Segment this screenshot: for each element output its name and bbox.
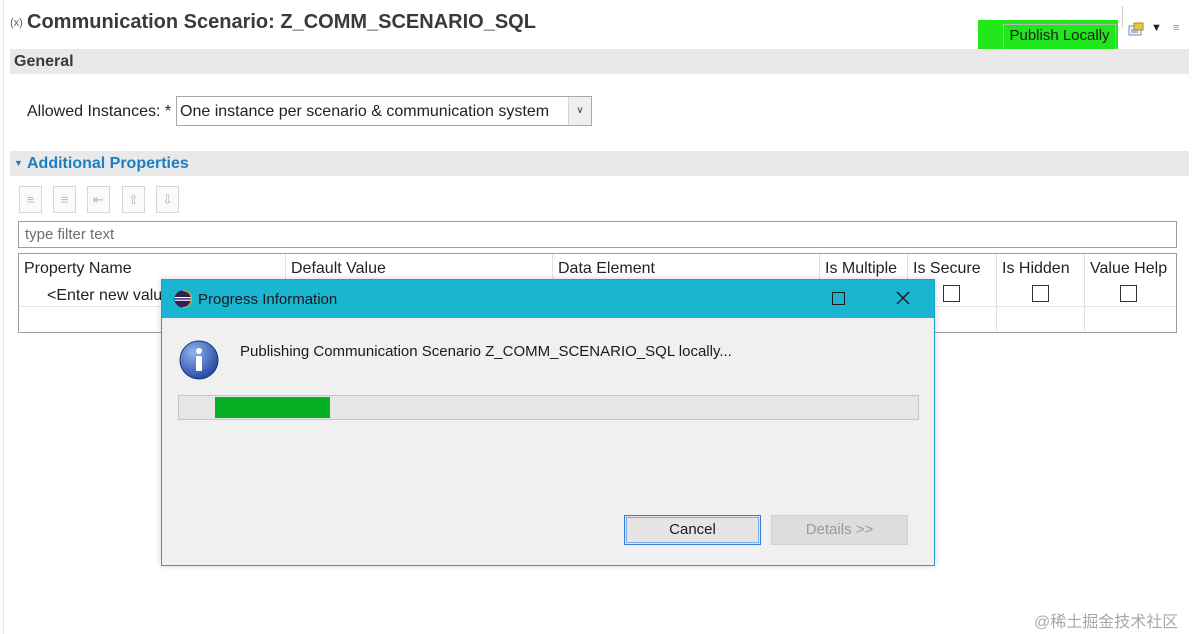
dropdown-arrow-icon[interactable]: ▼ bbox=[1151, 22, 1162, 34]
progress-bar-fill bbox=[215, 397, 330, 418]
add-child-icon[interactable]: ≡ bbox=[53, 186, 76, 213]
chevron-down-icon[interactable]: ∨ bbox=[568, 97, 591, 125]
scenario-icon: (x) bbox=[10, 17, 23, 29]
column-header-data-element[interactable]: Data Element bbox=[558, 260, 655, 278]
toolbar-divider bbox=[1122, 6, 1123, 28]
is-hidden-checkbox[interactable] bbox=[1032, 285, 1049, 302]
filter-input[interactable]: type filter text bbox=[18, 221, 1177, 248]
new-property-cell[interactable]: <Enter new value bbox=[47, 287, 171, 305]
column-divider bbox=[1084, 254, 1085, 332]
allowed-instances-value: One instance per scenario & communicatio… bbox=[180, 103, 550, 120]
value-help-checkbox[interactable] bbox=[1120, 285, 1137, 302]
eclipse-icon bbox=[174, 290, 192, 308]
move-up-icon[interactable]: ⇧ bbox=[122, 186, 145, 213]
dialog-message: Publishing Communication Scenario Z_COMM… bbox=[240, 343, 732, 360]
settings-icon[interactable]: ≡ bbox=[1173, 22, 1179, 34]
column-header-is-multiple[interactable]: Is Multiple bbox=[825, 260, 897, 278]
progress-bar bbox=[178, 395, 919, 420]
filter-placeholder: type filter text bbox=[25, 226, 115, 243]
info-icon bbox=[179, 340, 219, 380]
additional-properties-header[interactable]: ▼ Additional Properties bbox=[10, 151, 1189, 176]
cancel-button[interactable]: Cancel bbox=[624, 515, 761, 545]
additional-properties-label: Additional Properties bbox=[27, 155, 189, 172]
details-button[interactable]: Details >> bbox=[771, 515, 908, 545]
progress-dialog: Progress Information Publishing Communic… bbox=[161, 279, 935, 566]
column-header-property-name[interactable]: Property Name bbox=[24, 260, 132, 278]
publish-config-icon[interactable] bbox=[1128, 22, 1144, 36]
allowed-instances-select[interactable]: One instance per scenario & communicatio… bbox=[176, 96, 592, 126]
collapse-toggle-icon[interactable]: ▼ bbox=[14, 158, 23, 168]
general-section-header: General bbox=[10, 49, 1189, 74]
column-header-value-help[interactable]: Value Help bbox=[1090, 260, 1167, 278]
close-icon[interactable] bbox=[893, 288, 913, 308]
dialog-titlebar[interactable]: Progress Information bbox=[162, 280, 934, 318]
editor-left-edge bbox=[3, 0, 4, 634]
remove-property-icon[interactable]: ⇤ bbox=[87, 186, 110, 213]
column-header-default-value[interactable]: Default Value bbox=[291, 260, 386, 278]
watermark: @稀土掘金技术社区 bbox=[1034, 614, 1179, 631]
add-property-icon[interactable]: ≡ bbox=[19, 186, 42, 213]
dialog-title: Progress Information bbox=[198, 291, 338, 308]
move-down-icon[interactable]: ⇩ bbox=[156, 186, 179, 213]
general-section-label: General bbox=[14, 53, 74, 70]
is-secure-checkbox[interactable] bbox=[943, 285, 960, 302]
cancel-focus-ring bbox=[626, 517, 759, 543]
publish-locally-button[interactable]: Publish Locally bbox=[1003, 24, 1116, 50]
allowed-instances-label: Allowed Instances: * bbox=[27, 103, 172, 120]
column-header-is-hidden[interactable]: Is Hidden bbox=[1002, 260, 1070, 278]
maximize-icon[interactable] bbox=[832, 292, 845, 305]
page-title: Communication Scenario: Z_COMM_SCENARIO_… bbox=[27, 11, 536, 33]
column-divider bbox=[996, 254, 997, 332]
column-header-is-secure[interactable]: Is Secure bbox=[913, 260, 981, 278]
